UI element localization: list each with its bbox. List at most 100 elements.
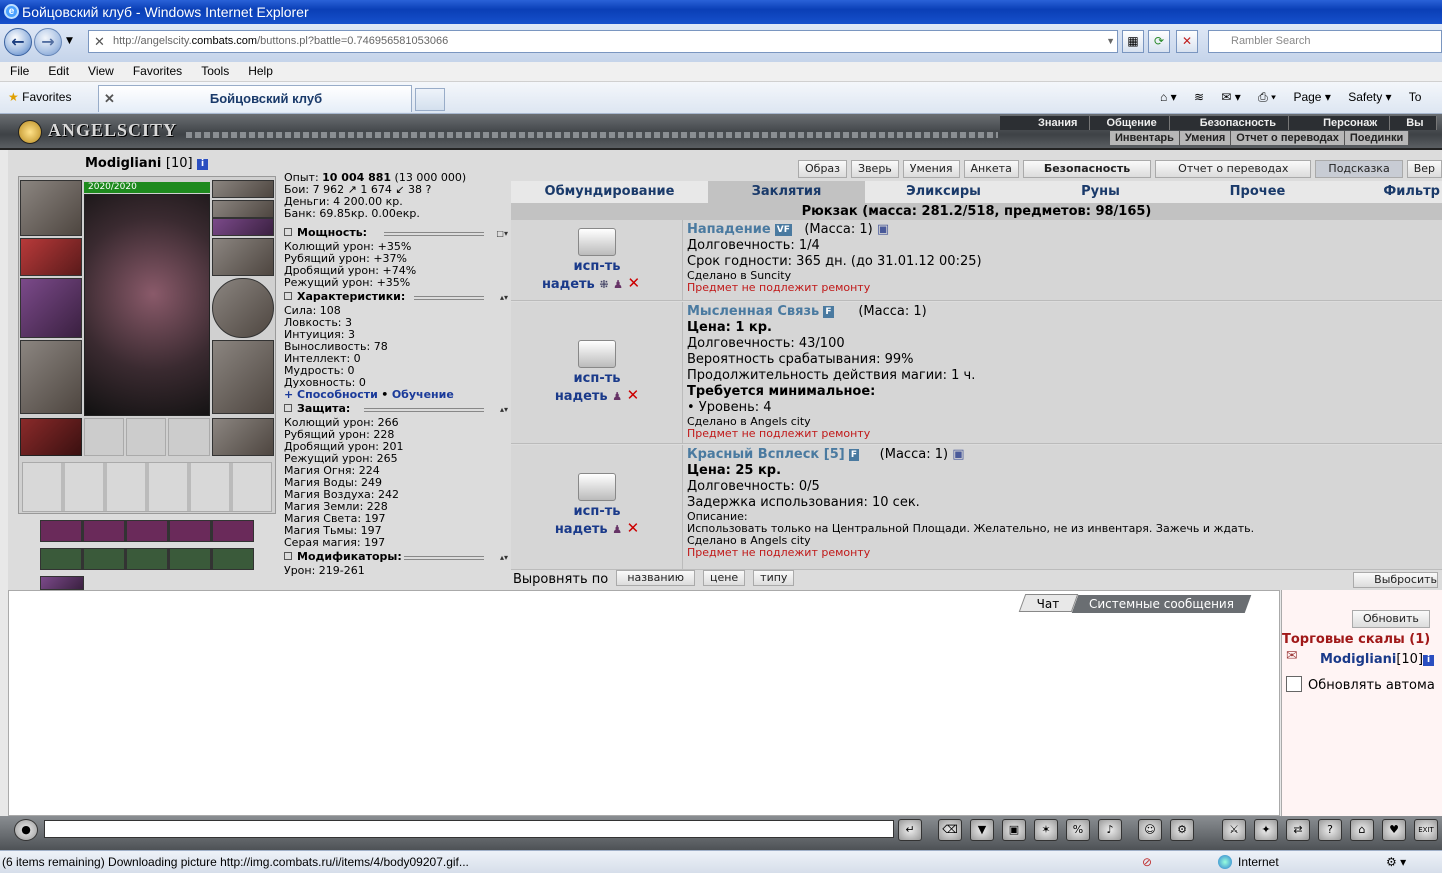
gift-icon[interactable]: ♟ (613, 278, 623, 291)
discard-button[interactable]: Выбросить (1353, 572, 1438, 588)
gloves-slot[interactable] (212, 238, 274, 276)
wear-link[interactable]: надеть (555, 522, 608, 537)
tab-system-messages[interactable]: Системные сообщения (1071, 595, 1251, 613)
submenu-transfers[interactable]: Отчет о переводах (1231, 131, 1345, 145)
tab-other[interactable]: Прочее (1179, 181, 1336, 203)
ring-slot-3[interactable] (168, 418, 210, 456)
submenu-skills[interactable]: Умения (1180, 131, 1232, 145)
save-icon[interactable]: ▣ (1002, 819, 1026, 841)
page-menu[interactable]: Page ▾ (1293, 90, 1330, 104)
leggings-slot[interactable] (212, 340, 274, 414)
address-dropdown-icon[interactable]: ▼ (1106, 31, 1115, 52)
item-name[interactable]: Красный Всплеск [5] (687, 447, 845, 462)
collapse-icon[interactable] (284, 292, 292, 300)
item-name[interactable]: Мысленная Связь (687, 304, 819, 319)
camera-icon[interactable] (578, 340, 616, 368)
checkbox-icon[interactable] (1286, 676, 1302, 692)
pocket-slots[interactable] (22, 462, 272, 512)
item-name[interactable]: Нападение (687, 222, 771, 237)
bracers-slot[interactable] (20, 238, 82, 276)
use-link[interactable]: исп-ть (511, 504, 683, 520)
wear-link[interactable]: надеть (555, 389, 608, 404)
chars-section-header[interactable]: Характеристики: ▴▾ (284, 291, 508, 305)
pet-button[interactable]: Зверь (851, 160, 899, 178)
hint-button[interactable]: Подсказка (1315, 160, 1403, 178)
info-icon[interactable]: i (197, 159, 209, 170)
tab-runes[interactable]: Руны (1022, 181, 1179, 203)
address-field[interactable]: ✕ http://angelscity.combats.com/buttons.… (88, 30, 1118, 53)
boots-slot[interactable] (212, 418, 274, 456)
refresh-button[interactable]: Обновить (1352, 610, 1430, 628)
submenu-inventory[interactable]: Инвентарь (1110, 131, 1180, 145)
helmet-slot[interactable] (20, 180, 82, 236)
collapse-icon[interactable] (284, 404, 292, 412)
menu-knowledge[interactable]: Знания (1000, 116, 1091, 130)
mail-icon[interactable]: ✉ ▾ (1221, 90, 1240, 104)
armor-slot[interactable] (20, 340, 82, 414)
skills-button[interactable]: Умения (902, 160, 960, 178)
city-icon[interactable]: ⌂ (1350, 819, 1374, 841)
use-link[interactable]: исп-ть (511, 371, 683, 387)
collapse-icon[interactable] (284, 228, 292, 236)
firework-icon[interactable] (578, 473, 616, 501)
security-button[interactable]: Безопасность (1022, 160, 1152, 178)
delete-icon[interactable]: ✕ (627, 274, 640, 292)
wear-link[interactable]: надеть (542, 277, 595, 292)
forward-button[interactable]: → (34, 28, 62, 56)
search-input[interactable]: Rambler Search (1208, 30, 1442, 53)
training-link[interactable]: Обучение (392, 388, 454, 401)
back-button[interactable]: ← (4, 28, 32, 56)
refresh-icon[interactable]: ⟳ (1148, 30, 1170, 53)
browser-tab[interactable]: ✕ Бойцовский клуб (98, 85, 412, 112)
profile-button[interactable]: Анкета (963, 160, 1019, 178)
new-tab-button[interactable] (415, 88, 445, 111)
delete-icon[interactable]: ✕ (627, 519, 640, 537)
weapon-slot[interactable] (20, 278, 82, 338)
defense-section-header[interactable]: Защита: ▴▾ (284, 403, 508, 417)
tab-spells[interactable]: Заклятия (708, 181, 865, 203)
mods-section-header[interactable]: Модификаторы: ▴▾ (284, 551, 508, 565)
tab-filter[interactable]: Фильтр (1336, 181, 1442, 203)
spell-slots-row-2[interactable] (40, 548, 254, 570)
tab-chat[interactable]: Чат (1018, 594, 1078, 612)
menu-favorites[interactable]: Favorites (123, 62, 191, 81)
character-portrait[interactable] (84, 194, 210, 416)
friends-icon[interactable]: ♥ (1382, 819, 1406, 841)
belt-slot[interactable] (20, 418, 82, 456)
spell-slot-extra[interactable] (40, 576, 84, 590)
spell-slots-row-1[interactable] (40, 520, 254, 542)
chat-log[interactable] (8, 590, 1280, 816)
safety-menu[interactable]: Safety ▾ (1348, 90, 1391, 104)
back-game-button[interactable]: Вер (1406, 160, 1442, 178)
shield-slot[interactable] (212, 278, 274, 338)
translit-icon[interactable]: % (1066, 819, 1090, 841)
menu-view[interactable]: View (78, 62, 123, 81)
send-icon[interactable]: ↵ (898, 819, 922, 841)
menu-social[interactable]: Общение (1090, 116, 1170, 130)
info-icon[interactable]: i (1423, 655, 1435, 666)
feeds-icon[interactable]: ≋ (1194, 90, 1204, 104)
popup-blocked-icon[interactable]: ⊘ (1142, 851, 1152, 873)
gift-icon[interactable]: ♟ (612, 523, 622, 536)
rune-slots[interactable] (212, 218, 274, 236)
menu-tools[interactable]: Tools (191, 62, 238, 81)
delete-icon[interactable]: ✕ (627, 386, 640, 404)
ring-slot-1[interactable] (84, 418, 124, 456)
use-link[interactable]: исп-ть (511, 259, 683, 275)
tab-equipment[interactable]: Обмундирование (511, 181, 708, 203)
sort-by-price-button[interactable]: цене (702, 570, 746, 586)
power-section-header[interactable]: Мощность: □▾ (284, 227, 508, 241)
image-button[interactable]: Образ (798, 160, 848, 178)
favorites-button[interactable]: ★ Favorites (8, 90, 71, 104)
trade-icon[interactable]: ⇄ (1286, 819, 1310, 841)
tools-menu[interactable]: To (1409, 90, 1422, 104)
menu-security[interactable]: Безопасность (1170, 116, 1290, 130)
ring-slot-2[interactable] (126, 418, 166, 456)
smile-icon[interactable]: ☺ (1138, 819, 1162, 841)
zoom-icon[interactable]: ⚙ ▾ (1386, 851, 1406, 873)
sort-by-type-button[interactable]: типу (753, 570, 795, 586)
menu-file[interactable]: File (0, 62, 38, 81)
print-icon[interactable]: ⎙ ▾ (1258, 90, 1276, 104)
transfers-button[interactable]: Отчет о переводах (1155, 160, 1312, 178)
menu-character[interactable]: Персонаж (1289, 116, 1391, 130)
